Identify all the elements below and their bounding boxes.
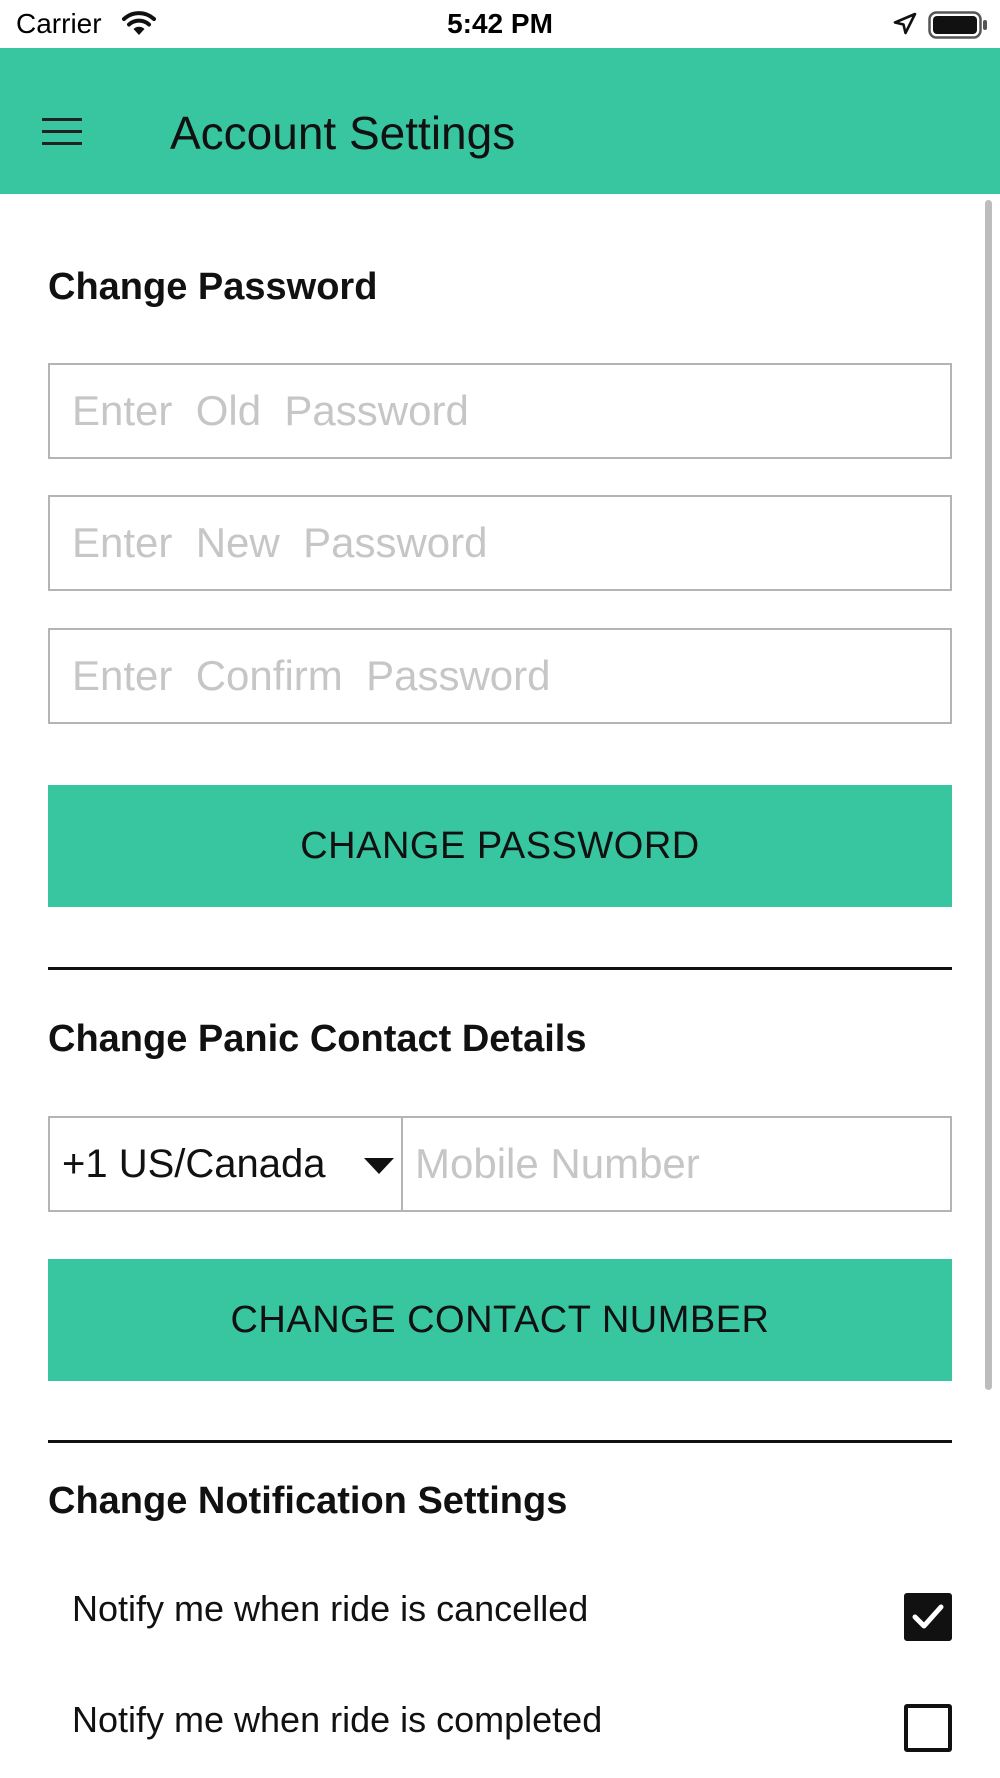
change-contact-number-button[interactable]: CHANGE CONTACT NUMBER <box>48 1259 952 1381</box>
phone-input-row: +1 US/Canada <box>48 1116 952 1212</box>
notify-completed-checkbox[interactable] <box>904 1704 952 1752</box>
mobile-number-input[interactable] <box>401 1116 952 1212</box>
change-password-button[interactable]: CHANGE PASSWORD <box>48 785 952 907</box>
notify-cancelled-checkbox[interactable] <box>904 1593 952 1641</box>
section-divider <box>48 967 952 970</box>
app-header: Account Settings <box>0 48 1000 194</box>
notification-settings-heading: Change Notification Settings <box>48 1480 568 1522</box>
section-divider <box>48 1440 952 1443</box>
country-code-value: +1 US/Canada <box>62 1142 326 1186</box>
new-password-input[interactable] <box>48 495 952 591</box>
country-code-select[interactable]: +1 US/Canada <box>48 1116 403 1212</box>
battery-icon <box>928 11 988 44</box>
page-title: Account Settings <box>170 107 516 159</box>
confirm-password-input[interactable] <box>48 628 952 724</box>
old-password-input[interactable] <box>48 363 952 459</box>
location-arrow-icon <box>893 12 917 41</box>
checkmark-icon <box>912 1604 944 1629</box>
notify-completed-label: Notify me when ride is completed <box>72 1699 603 1740</box>
scrollbar[interactable] <box>985 200 992 1390</box>
status-bar: Carrier 5:42 PM <box>0 0 1000 48</box>
panic-contact-heading: Change Panic Contact Details <box>48 1018 587 1060</box>
notify-cancelled-label: Notify me when ride is cancelled <box>72 1588 589 1629</box>
hamburger-menu-icon[interactable] <box>42 118 82 146</box>
change-password-heading: Change Password <box>48 266 378 308</box>
dropdown-caret-icon <box>364 1158 394 1174</box>
status-time: 5:42 PM <box>447 8 553 39</box>
